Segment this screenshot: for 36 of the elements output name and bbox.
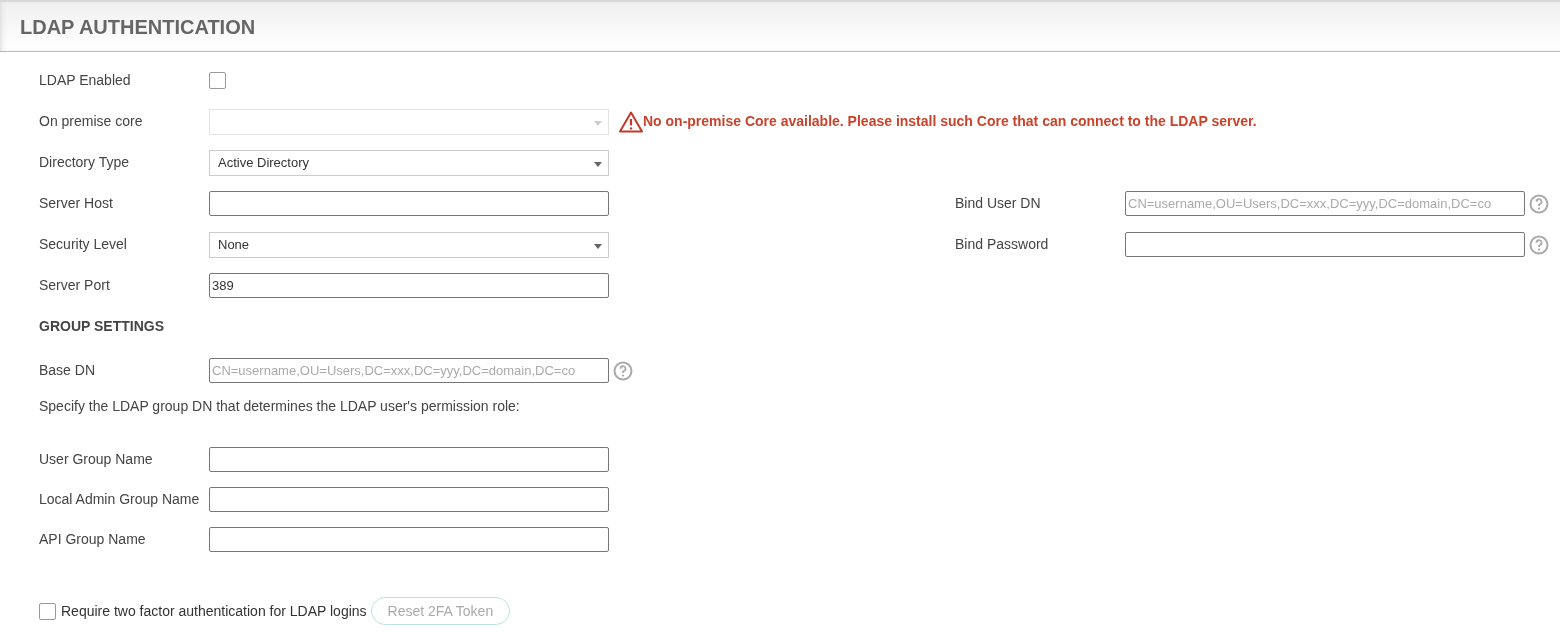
input-field[interactable] bbox=[209, 486, 609, 512]
field-label: Base DN bbox=[39, 361, 97, 380]
instruction-text: Specify the LDAP group DN that determines the LDAP user's permission role: bbox=[39, 396, 520, 416]
help-icon[interactable] bbox=[1529, 234, 1549, 255]
checkbox[interactable] bbox=[209, 72, 226, 89]
field-label: LDAP Enabled bbox=[39, 71, 132, 90]
field-label: API Group Name bbox=[39, 529, 147, 549]
field-label: Local Admin Group Name bbox=[39, 489, 201, 509]
field-label: On premise core bbox=[39, 112, 144, 131]
checkbox[interactable] bbox=[39, 602, 56, 620]
select-field[interactable]: Active Directory bbox=[209, 149, 609, 176]
page-title: LDAP AUTHENTICATION bbox=[20, 14, 256, 40]
input-field[interactable] bbox=[1125, 232, 1525, 257]
input-field[interactable]: CN=username,OU=Users,DC=xxx,DC=yyy,DC=domain,DC=co bbox=[1125, 191, 1525, 216]
caret-icon bbox=[594, 120, 602, 126]
input-field[interactable]: CN=username,OU=Users,DC=xxx,DC=yyy,DC=domain,DC=co bbox=[209, 358, 609, 383]
input-field[interactable] bbox=[209, 191, 609, 216]
checkbox-label: Require two factor authentication for LDAP logins bbox=[61, 601, 367, 621]
field-label: Directory Type bbox=[39, 153, 130, 172]
select-field[interactable]: None bbox=[209, 231, 609, 258]
section-heading: GROUP SETTINGS bbox=[39, 316, 164, 336]
caret-icon bbox=[594, 161, 602, 167]
input-field[interactable]: 389 bbox=[209, 273, 609, 298]
field-label: Bind Password bbox=[955, 235, 1050, 254]
help-icon[interactable] bbox=[613, 360, 633, 381]
field-label: Security Level bbox=[39, 235, 128, 254]
field-label: Server Host bbox=[39, 194, 114, 213]
caret-icon bbox=[594, 243, 602, 249]
input-field[interactable] bbox=[209, 526, 609, 552]
help-icon[interactable] bbox=[1529, 193, 1549, 214]
input-field[interactable] bbox=[209, 446, 609, 472]
field-label: Server Port bbox=[39, 276, 111, 295]
warning-icon bbox=[619, 110, 643, 133]
field-label: User Group Name bbox=[39, 449, 154, 469]
field-label: Bind User DN bbox=[955, 194, 1042, 213]
error-message: No on-premise Core available. Please install such Core that can connect to the LDAP server. bbox=[643, 112, 1257, 131]
